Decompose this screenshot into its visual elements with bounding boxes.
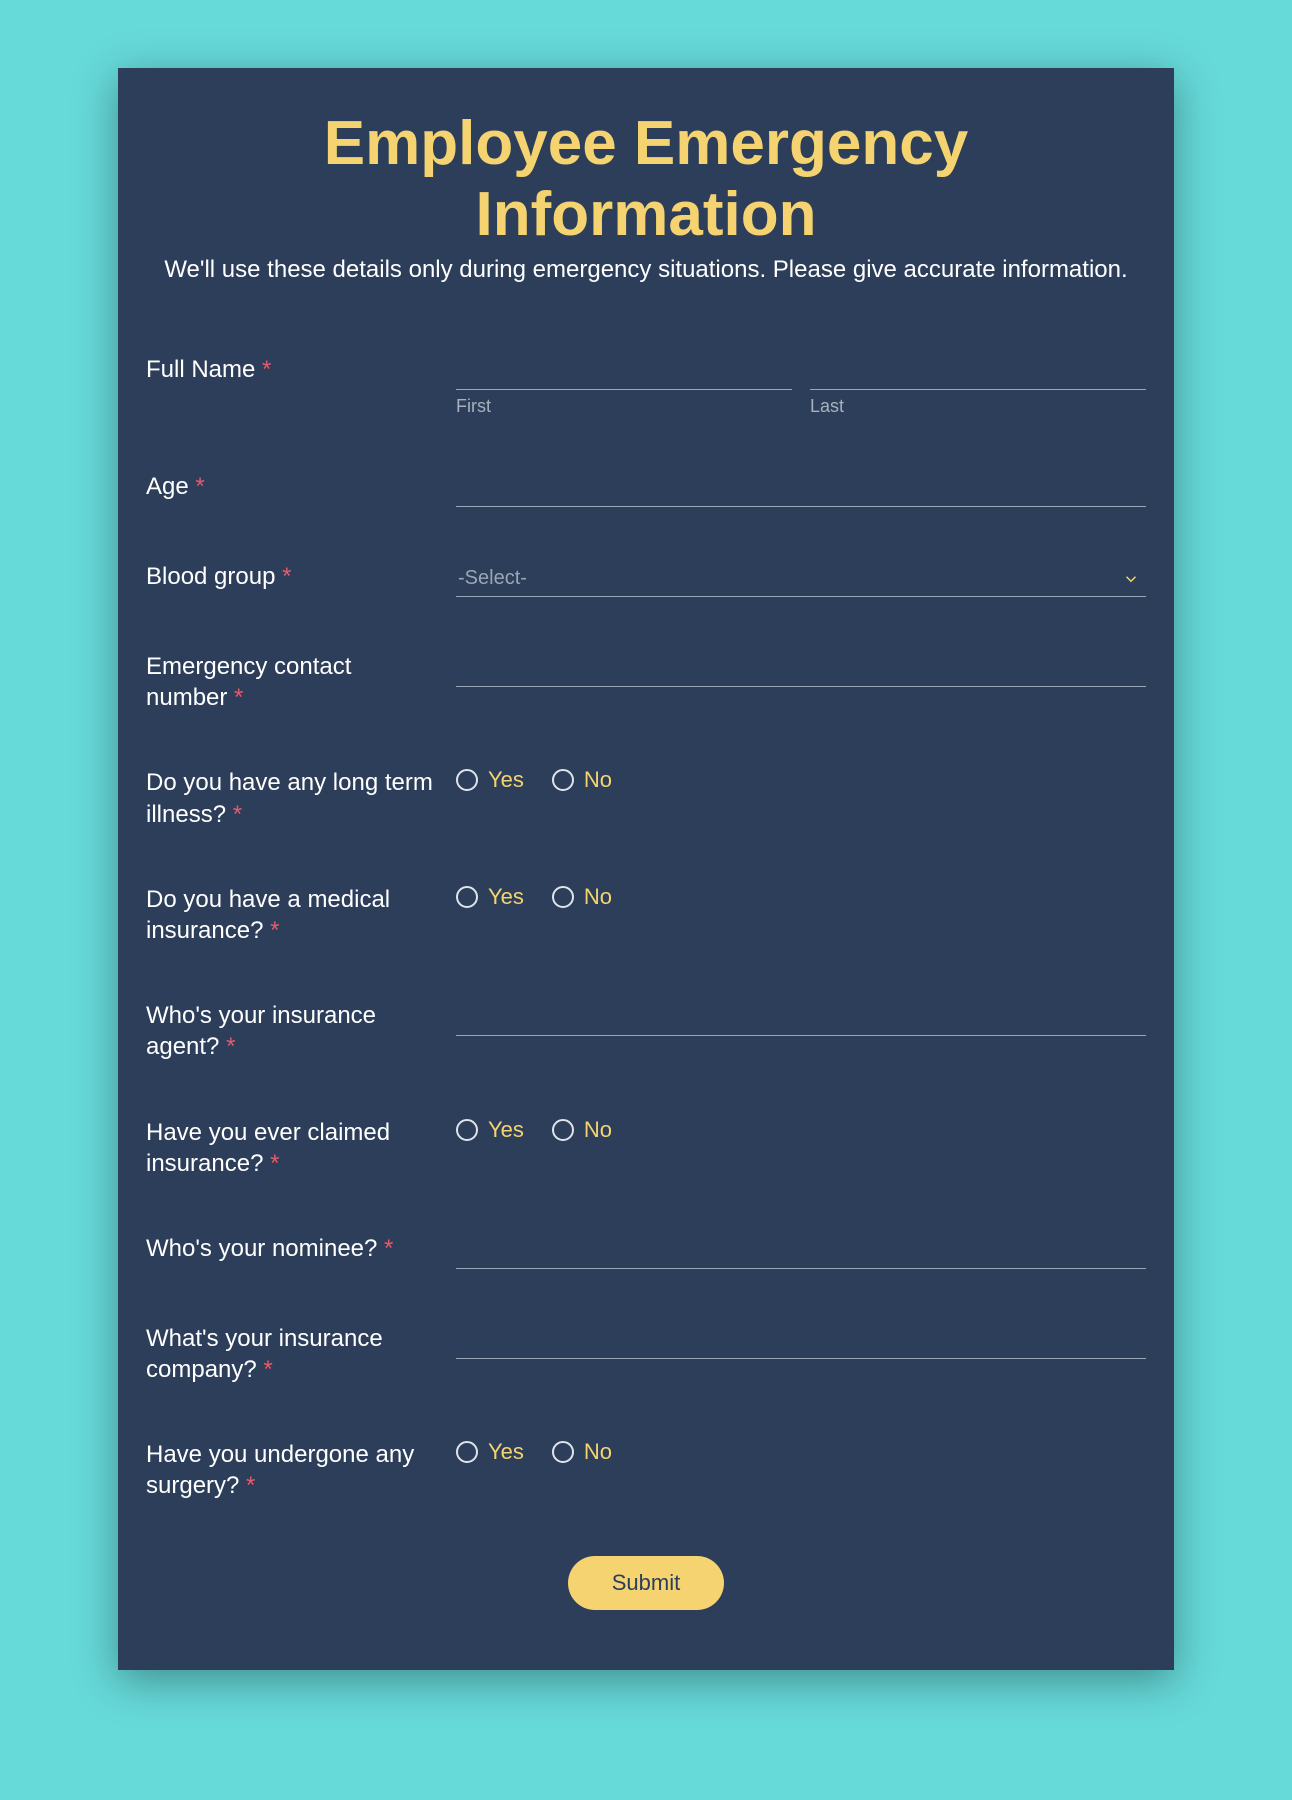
age-label: Age * [146,471,456,502]
required-asterisk: * [262,356,271,383]
surgery-label: Have you undergone any surgery? * [146,1439,456,1501]
submit-button[interactable]: Submit [568,1556,724,1610]
medical-insurance-radio-yes[interactable]: Yes [456,884,524,910]
last-name-input[interactable] [810,354,1146,390]
medical-insurance-radio-no[interactable]: No [552,884,612,910]
label-text: Who's your nominee? [146,1235,377,1262]
required-asterisk: * [195,473,204,500]
emergency-contact-input[interactable] [456,651,1146,687]
required-asterisk: * [233,801,242,828]
radio-label: No [584,1439,612,1465]
form-card: Employee Emergency Information We'll use… [118,68,1174,1670]
required-asterisk: * [263,1356,272,1383]
insurance-company-input[interactable] [456,1323,1146,1359]
claimed-radio-group: Yes No [456,1117,1146,1143]
required-asterisk: * [282,563,291,590]
radio-circle-icon [552,1441,574,1463]
surgery-radio-no[interactable]: No [552,1439,612,1465]
form-subtitle: We'll use these details only during emer… [146,256,1146,284]
claimed-radio-no[interactable]: No [552,1117,612,1143]
radio-label: Yes [488,767,524,793]
insurance-company-label: What's your insurance company? * [146,1323,456,1385]
field-claimed-insurance: Have you ever claimed insurance? * Yes N… [146,1117,1146,1179]
claimed-insurance-label: Have you ever claimed insurance? * [146,1117,456,1179]
label-text: Who's your insurance agent? [146,1002,376,1060]
emergency-contact-label: Emergency contact number * [146,651,456,713]
insurance-agent-label: Who's your insurance agent? * [146,1000,456,1062]
medical-insurance-label: Do you have a medical insurance? * [146,884,456,946]
surgery-radio-yes[interactable]: Yes [456,1439,524,1465]
label-text: Have you undergone any surgery? [146,1441,414,1499]
field-emergency-contact: Emergency contact number * [146,651,1146,713]
field-medical-insurance: Do you have a medical insurance? * Yes N… [146,884,1146,946]
field-insurance-agent: Who's your insurance agent? * [146,1000,1146,1062]
medical-insurance-radio-group: Yes No [456,884,1146,910]
field-age: Age * [146,471,1146,507]
field-surgery: Have you undergone any surgery? * Yes No [146,1439,1146,1501]
submit-row: Submit [146,1556,1146,1610]
label-text: Have you ever claimed insurance? [146,1119,390,1177]
field-full-name: Full Name * First Last [146,354,1146,417]
radio-label: No [584,1117,612,1143]
surgery-radio-group: Yes No [456,1439,1146,1465]
required-asterisk: * [226,1033,235,1060]
radio-circle-icon [456,1119,478,1141]
label-text: Age [146,473,189,500]
select-placeholder: -Select- [458,567,527,589]
required-asterisk: * [270,1150,279,1177]
radio-circle-icon [456,1441,478,1463]
full-name-label: Full Name * [146,354,456,385]
radio-label: Yes [488,1117,524,1143]
form-title: Employee Emergency Information [146,108,1146,250]
claimed-radio-yes[interactable]: Yes [456,1117,524,1143]
last-name-sublabel: Last [810,396,1146,417]
radio-label: Yes [488,884,524,910]
radio-circle-icon [552,886,574,908]
radio-circle-icon [552,1119,574,1141]
label-text: Emergency contact number [146,653,351,711]
label-text: Do you have a medical insurance? [146,886,390,944]
radio-label: No [584,884,612,910]
chevron-down-icon [1122,570,1140,588]
radio-circle-icon [456,886,478,908]
long-term-illness-label: Do you have any long term illness? * [146,767,456,829]
required-asterisk: * [246,1472,255,1499]
first-name-sublabel: First [456,396,792,417]
first-name-input[interactable] [456,354,792,390]
illness-radio-group: Yes No [456,767,1146,793]
illness-radio-no[interactable]: No [552,767,612,793]
field-long-term-illness: Do you have any long term illness? * Yes… [146,767,1146,829]
required-asterisk: * [270,917,279,944]
nominee-label: Who's your nominee? * [146,1233,456,1264]
required-asterisk: * [234,684,243,711]
field-insurance-company: What's your insurance company? * [146,1323,1146,1385]
nominee-input[interactable] [456,1233,1146,1269]
age-input[interactable] [456,471,1146,507]
blood-group-label: Blood group * [146,561,456,592]
required-asterisk: * [384,1235,393,1262]
illness-radio-yes[interactable]: Yes [456,767,524,793]
field-blood-group: Blood group * -Select- [146,561,1146,597]
field-nominee: Who's your nominee? * [146,1233,1146,1269]
label-text: Blood group [146,563,275,590]
radio-label: No [584,767,612,793]
label-text: Do you have any long term illness? [146,769,433,827]
radio-circle-icon [456,769,478,791]
insurance-agent-input[interactable] [456,1000,1146,1036]
blood-group-select[interactable]: -Select- [456,561,1146,597]
radio-label: Yes [488,1439,524,1465]
label-text: Full Name [146,356,255,383]
radio-circle-icon [552,769,574,791]
